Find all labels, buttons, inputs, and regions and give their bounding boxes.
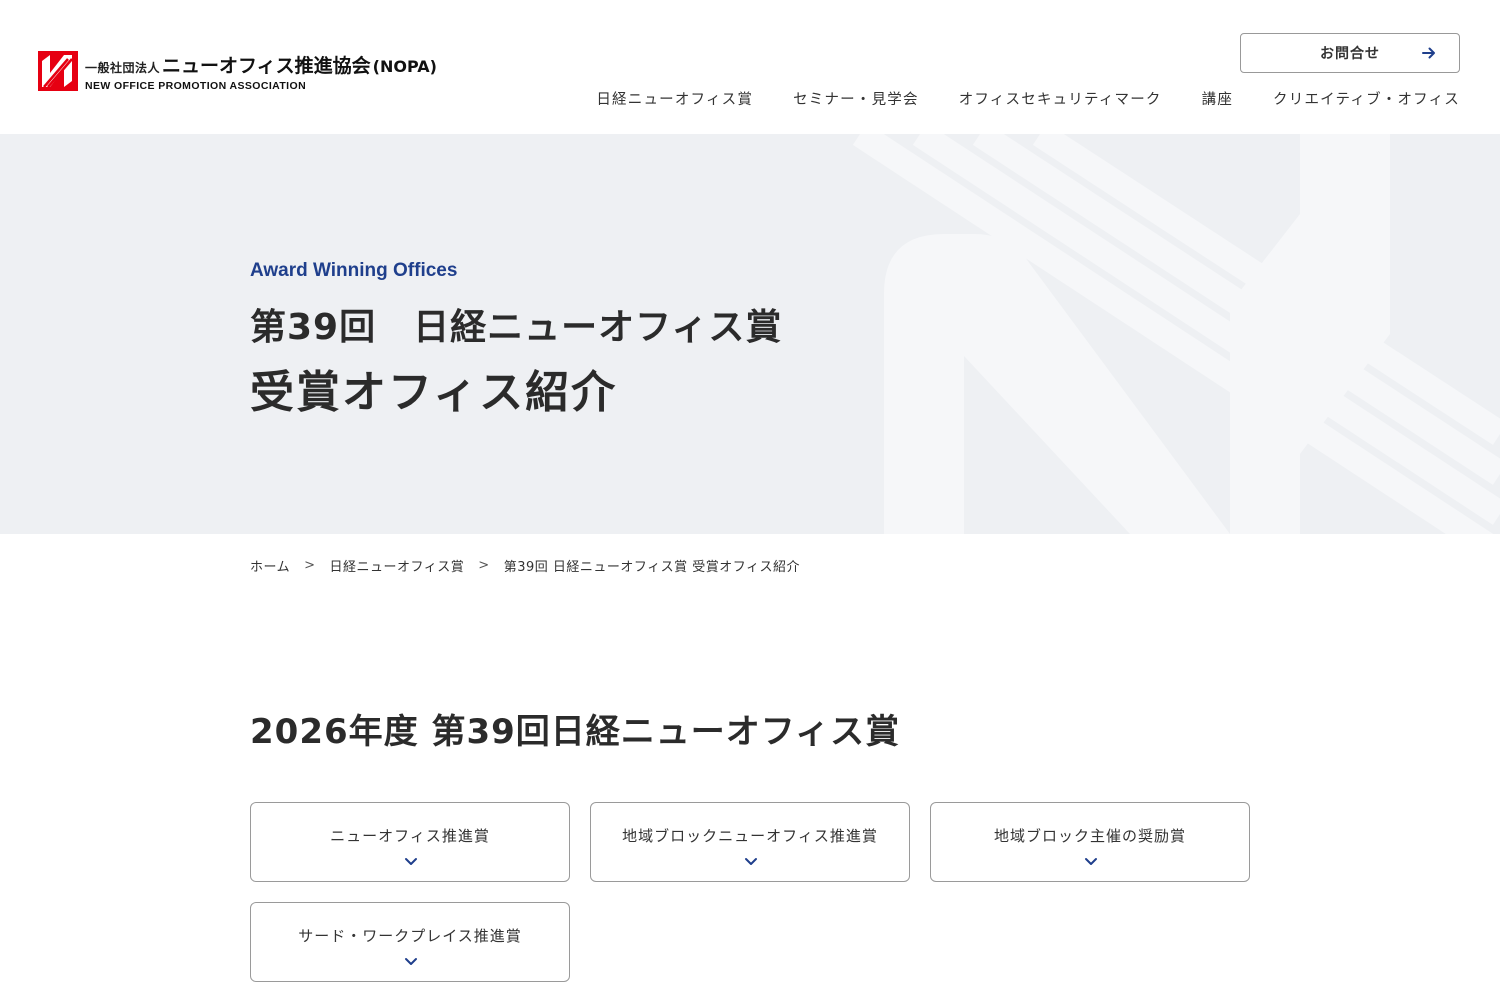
nav-item-course[interactable]: 講座 [1202,88,1233,109]
award-card-third-workplace[interactable]: サード・ワークプレイス推進賞 [250,902,570,982]
award-card-new-office[interactable]: ニューオフィス推進賞 [250,802,570,882]
nav-item-creative-office[interactable]: クリエイティブ・オフィス [1273,88,1460,109]
breadcrumb-separator: > [478,558,490,573]
logo-abbr: (NOPA) [372,57,437,76]
nav-item-nikkei-award[interactable]: 日経ニューオフィス賞 [596,88,753,109]
nopa-logo-icon [38,51,78,91]
contact-label: お問合せ [1320,46,1380,62]
arrow-right-icon [1422,47,1435,59]
contact-button[interactable]: お問合せ [1240,33,1460,73]
nav-item-security-mark[interactable]: オフィスセキュリティマーク [959,88,1162,109]
section-title: 2026年度 第39回日経ニューオフィス賞 [250,712,901,752]
hero-banner: Award Winning Offices 第39回 日経ニューオフィス賞 受賞… [0,134,1500,534]
breadcrumb: ホーム > 日経ニューオフィス賞 > 第39回 日経ニューオフィス賞 受賞オフィ… [250,556,800,575]
chevron-down-icon [1085,858,1097,865]
hero-eyebrow: Award Winning Offices [250,260,458,281]
page-title-line2: 受賞オフィス紹介 [250,367,618,418]
nav-item-seminar[interactable]: セミナー・見学会 [793,88,919,109]
site-header: 一般社団法人 ニューオフィス推進協会 (NOPA) NEW OFFICE PRO… [0,0,1500,134]
global-nav: 日経ニューオフィス賞 セミナー・見学会 オフィスセキュリティマーク 講座 クリエ… [596,88,1460,109]
site-logo[interactable]: 一般社団法人 ニューオフィス推進協会 (NOPA) NEW OFFICE PRO… [38,51,437,92]
award-card-regional-block[interactable]: 地域ブロックニューオフィス推進賞 [590,802,910,882]
award-card-label: ニューオフィス推進賞 [330,827,490,845]
chevron-down-icon [405,858,417,865]
breadcrumb-nikkei-award[interactable]: 日経ニューオフィス賞 [330,556,465,575]
breadcrumb-home[interactable]: ホーム [250,556,290,575]
award-card-label: 地域ブロックニューオフィス推進賞 [622,827,878,845]
logo-english: NEW OFFICE PROMOTION ASSOCIATION [85,80,307,92]
logo-prefix: 一般社団法人 [85,61,161,75]
award-card-label: 地域ブロック主催の奨励賞 [993,827,1186,845]
chevron-down-icon [745,858,757,865]
chevron-down-icon [405,958,417,965]
breadcrumb-separator: > [304,558,316,573]
logo-name: ニューオフィス推進協会 [162,55,371,77]
award-card-label: サード・ワークプレイス推進賞 [298,927,522,945]
award-card-regional-encouragement[interactable]: 地域ブロック主催の奨励賞 [930,802,1250,882]
breadcrumb-current: 第39回 日経ニューオフィス賞 受賞オフィス紹介 [503,560,800,575]
page-title-line1: 第39回 日経ニューオフィス賞 [250,307,783,348]
